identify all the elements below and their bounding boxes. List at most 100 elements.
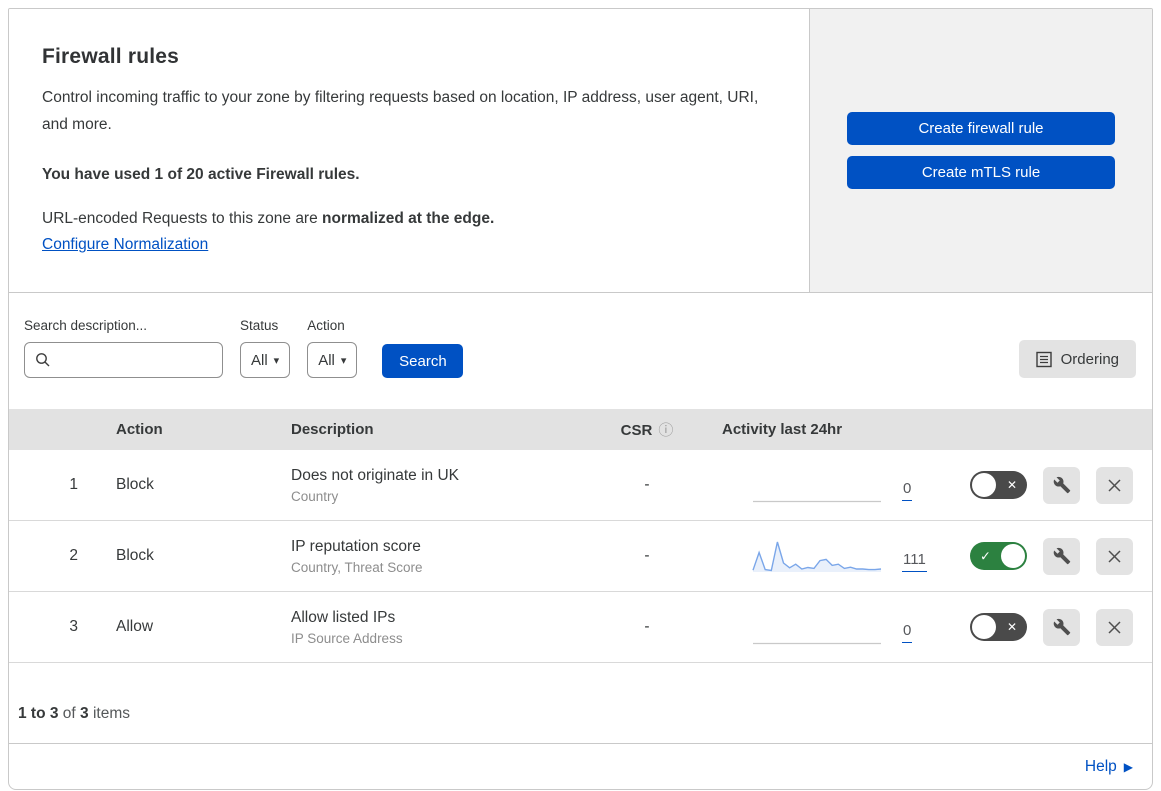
delete-rule-button[interactable] [1096,466,1133,504]
help-link[interactable]: Help ▶ [1085,758,1133,776]
x-icon: ✕ [1006,478,1017,492]
rule-controls: ✓✕ [937,608,1152,646]
rule-fields: Country [291,488,339,504]
rule-enabled-toggle[interactable]: ✓✕ [970,471,1027,499]
csr-header-label: CSR [620,422,653,439]
rule-description-cell: IP reputation score Country, Threat Scor… [279,538,592,575]
edit-rule-button[interactable] [1043,537,1080,575]
close-icon [1108,620,1121,634]
check-icon: ✓ [980,548,991,564]
activity-sparkline [752,541,882,572]
activity-column-header: Activity last 24hr [722,421,843,438]
rule-activity-cell: 0 [702,609,937,645]
firewall-rules-card: Firewall rules Control incoming traffic … [8,8,1153,790]
rule-priority: 1 [69,476,78,493]
wrench-icon [1053,476,1070,494]
normalization-note-bold: normalized at the edge. [322,210,495,228]
rule-fields: Country, Threat Score [291,559,423,575]
filter-bar: Search description... Status All ▾ Actio… [9,293,1152,409]
ordering-icon [1035,351,1052,367]
rule-enabled-toggle[interactable]: ✓✕ [970,613,1027,641]
search-icon [36,353,50,367]
search-label: Search description... [24,318,148,333]
table-row: 2 Block IP reputation score Country, Thr… [9,521,1152,592]
activity-count-link[interactable]: 0 [902,480,913,501]
search-input-box[interactable] [24,342,223,378]
toggle-knob [972,473,996,497]
rule-fields: IP Source Address [291,630,403,646]
close-icon [1108,549,1121,563]
x-icon: ✕ [1006,620,1017,634]
chevron-down-icon: ▾ [340,354,347,367]
activity-sparkline [753,500,881,503]
rule-activity-cell: 0 [702,467,937,503]
page-title: Firewall rules [42,45,180,68]
pagination-summary: 1 to 3 of 3 items [9,663,1152,743]
edit-rule-button[interactable] [1043,466,1080,504]
header-section: Firewall rules Control incoming traffic … [9,9,1152,293]
activity-count-link[interactable]: 111 [902,551,927,572]
ordering-button-label: Ordering [1060,350,1119,368]
toggle-knob [972,615,996,639]
wrench-icon [1053,618,1070,636]
rule-action: Block [116,547,154,564]
info-icon[interactable]: ⓘ [658,422,673,439]
wrench-icon [1053,547,1070,565]
rule-description-cell: Allow listed IPs IP Source Address [279,609,592,646]
rule-csr: - [644,476,650,493]
rule-action: Allow [116,618,154,635]
rule-name: IP reputation score [291,537,421,555]
table-header: Action Description CSR ⓘ Activity last 24… [9,409,1152,450]
filter-controls: Search description... Status All ▾ Actio… [24,318,464,378]
rule-description-cell: Does not originate in UK Country [279,467,592,504]
rule-name: Allow listed IPs [291,608,396,626]
rule-activity-cell: 111 [702,538,937,574]
intro-section: Firewall rules Control incoming traffic … [9,9,809,292]
status-select[interactable]: All ▾ [240,342,291,378]
pagination-range: 1 to 3 [18,705,59,722]
edit-rule-button[interactable] [1043,608,1080,646]
action-select[interactable]: All ▾ [307,342,358,378]
action-field: Action All ▾ [307,318,358,378]
rule-priority: 3 [69,618,78,635]
help-link-label: Help [1084,757,1117,775]
rule-priority: 2 [69,547,78,564]
toggle-knob [1001,544,1025,568]
pagination-of: of [62,705,76,722]
help-bar: Help ▶ [9,743,1152,789]
actions-panel: Create firewall rule Create mTLS rule [809,9,1152,292]
rule-controls: ✓✕ [937,466,1152,504]
pagination-total: 3 [80,705,89,722]
status-label: Status [240,318,279,333]
create-firewall-rule-button[interactable]: Create firewall rule [847,112,1115,145]
chevron-down-icon: ▾ [273,354,280,367]
table-row: 3 Allow Allow listed IPs IP Source Addre… [9,592,1152,663]
chevron-right-icon: ▶ [1123,759,1133,774]
search-button[interactable]: Search [382,344,464,378]
search-field: Search description... [24,318,223,378]
csr-column-header: CSR ⓘ [592,419,702,440]
status-select-value: All [251,351,268,369]
search-input[interactable] [59,351,212,369]
rule-controls: ✓✕ [937,537,1152,575]
rule-action: Block [116,476,154,493]
ordering-button[interactable]: Ordering [1018,340,1136,378]
configure-normalization-link[interactable]: Configure Normalization [42,236,208,254]
rule-csr: - [644,547,650,564]
usage-summary: You have used 1 of 20 active Firewall ru… [42,166,360,184]
description-column-header: Description [291,421,374,438]
create-mtls-rule-button[interactable]: Create mTLS rule [847,156,1115,189]
delete-rule-button[interactable] [1096,537,1133,575]
close-icon [1108,478,1121,492]
rule-name: Does not originate in UK [291,466,460,484]
action-label: Action [307,318,345,333]
action-column-header: Action [116,421,163,438]
delete-rule-button[interactable] [1096,608,1133,646]
status-field: Status All ▾ [240,318,291,378]
activity-count-link[interactable]: 0 [902,622,913,643]
normalization-note-text: URL-encoded Requests to this zone are [42,210,323,228]
rule-enabled-toggle[interactable]: ✓✕ [970,542,1027,570]
activity-sparkline [753,642,881,645]
normalization-note: URL-encoded Requests to this zone are no… [42,210,769,228]
pagination-items-label: items [92,705,131,722]
